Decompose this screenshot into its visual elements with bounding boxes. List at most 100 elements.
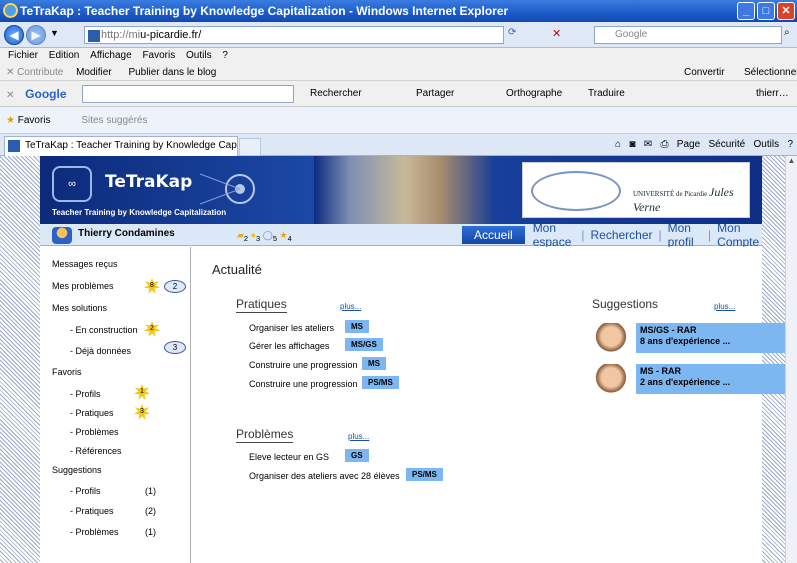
menu-bar: Fichier Edition Affichage Favoris Outils…	[0, 48, 797, 64]
suggestion-line2: 8 ans d'expérience ...	[640, 336, 731, 346]
sidebar-sug-problemes[interactable]: - Problèmes	[70, 527, 119, 537]
sidebar-mes-solutions[interactable]: Mes solutions	[52, 303, 107, 313]
outils-menu[interactable]: Outils	[754, 139, 780, 150]
pratique-item-tag: PS/MS	[362, 376, 399, 389]
tab-favicon-icon	[8, 140, 20, 152]
sidebar-suggestions[interactable]: Suggestions	[52, 465, 102, 475]
tab-title: TeTraKap : Teacher Training by Knowledge…	[25, 140, 237, 151]
suggestion-card[interactable]: MS/GS - RAR 8 ans d'expérience ...	[636, 323, 786, 353]
suggestion-card[interactable]: MS - RAR 2 ans d'expérience ...	[636, 364, 786, 394]
suggestions-plus-link[interactable]: plus...	[714, 302, 735, 311]
modifier-button[interactable]: Modifier	[76, 67, 112, 78]
partager-button[interactable]: Partager	[416, 81, 454, 107]
pratique-item-label[interactable]: Construire une progression	[249, 379, 358, 389]
menu-fichier[interactable]: Fichier	[8, 50, 38, 61]
contribute-button[interactable]: Contribute	[17, 67, 63, 78]
nav-mon-profil[interactable]: Mon profil	[668, 221, 702, 249]
new-tab-button[interactable]	[239, 138, 261, 156]
probleme-item-label[interactable]: Eleve lecteur en GS	[249, 452, 329, 462]
convertir-button[interactable]: Convertir	[684, 64, 725, 81]
problemes-heading: Problèmes	[236, 427, 294, 443]
publier-button[interactable]: Publier dans le blog	[128, 67, 216, 78]
university-emblem-icon	[531, 171, 621, 211]
page-menu[interactable]: Page	[677, 139, 700, 150]
nav-accueil[interactable]: Accueil	[462, 226, 525, 244]
pratiques-plus-link[interactable]: plus...	[340, 302, 361, 311]
traduire-button[interactable]: Traduire	[588, 81, 625, 107]
toolbar-close-icon[interactable]: ✕	[6, 67, 14, 78]
sidebar-fav-profils[interactable]: - Profils	[70, 389, 101, 399]
stat-2: 3	[256, 233, 261, 243]
problemes-plus-link[interactable]: plus...	[348, 432, 369, 441]
sidebar: Messages reçus Mes problèmes 8 2 Mes sol…	[40, 247, 191, 563]
sidebar-sug-profils[interactable]: - Profils	[70, 486, 101, 496]
stop-icon[interactable]: ✕	[552, 27, 561, 40]
favicon-icon	[88, 30, 100, 42]
university-label: UNIVERSITÉ de Picardie	[633, 190, 708, 198]
rechercher-button[interactable]: Rechercher	[310, 81, 362, 107]
construction-burst-badge: 2	[144, 321, 160, 337]
google-logo: Google	[25, 87, 67, 101]
google-account-button[interactable]: thierr…	[756, 81, 789, 107]
vertical-scrollbar[interactable]: ▲	[785, 156, 797, 563]
menu-edition[interactable]: Edition	[49, 50, 80, 61]
menu-outils[interactable]: Outils	[186, 50, 212, 61]
window-title: TeTraKap : Teacher Training by Knowledge…	[20, 4, 509, 18]
back-button[interactable]: ◀	[4, 25, 24, 45]
sidebar-messages[interactable]: Messages reçus	[52, 259, 118, 269]
sidebar-fav-pratiques[interactable]: - Pratiques	[70, 408, 114, 418]
fav-pratiques-burst-badge: 3	[134, 404, 150, 420]
sidebar-fav-references[interactable]: - Références	[70, 446, 122, 456]
menu-affichage[interactable]: Affichage	[90, 50, 132, 61]
google-toolbar-close-icon[interactable]: ✕	[6, 90, 14, 101]
minimize-button[interactable]: _	[737, 2, 755, 20]
menu-favoris[interactable]: Favoris	[142, 50, 175, 61]
stat-4: 4	[287, 233, 292, 243]
orthographe-button[interactable]: Orthographe	[506, 81, 562, 107]
suggested-sites-button[interactable]: Sites suggérés	[81, 115, 147, 126]
nav-rechercher[interactable]: Rechercher	[590, 228, 652, 242]
search-icon[interactable]: ⌕	[784, 27, 790, 38]
forward-button[interactable]: ▶	[26, 25, 46, 45]
sug-problemes-count: (1)	[145, 527, 156, 537]
pratique-item-tag: MS/GS	[345, 338, 383, 351]
home-icon[interactable]: ⌂	[615, 139, 621, 150]
sug-pratiques-count: (2)	[145, 506, 156, 516]
pratique-item-label[interactable]: Construire une progression	[249, 360, 358, 370]
suggestion-avatar	[594, 364, 628, 394]
feeds-icon[interactable]: ◙	[629, 139, 635, 150]
suggestions-heading: Suggestions	[592, 297, 659, 311]
nav-mon-espace[interactable]: Mon espace	[533, 221, 576, 249]
suggestion-line2: 2 ans d'expérience ...	[640, 377, 731, 387]
menu-help[interactable]: ?	[222, 50, 228, 61]
google-toolbar: ✕ Google Rechercher Partager Orthographe…	[0, 81, 797, 107]
help-icon[interactable]: ?	[787, 139, 793, 150]
sidebar-mes-problemes[interactable]: Mes problèmes	[52, 281, 114, 291]
tab-tetrakap[interactable]: TeTraKap : Teacher Training by Knowledge…	[4, 136, 238, 156]
address-input[interactable]: http://miu-picardie.fr/	[84, 26, 504, 44]
favorites-bar: ★ Favoris Sites suggérés	[0, 107, 797, 134]
sidebar-deja-donnees[interactable]: - Déjà données	[70, 346, 131, 356]
pratique-item-label[interactable]: Gérer les affichages	[249, 341, 329, 351]
selectionner-button[interactable]: Sélectionner	[744, 64, 797, 81]
close-button[interactable]: ✕	[777, 2, 795, 20]
sidebar-sug-pratiques[interactable]: - Pratiques	[70, 506, 114, 516]
pratique-item-label[interactable]: Organiser les ateliers	[249, 323, 334, 333]
scroll-up-icon[interactable]: ▲	[786, 156, 797, 168]
maximize-button[interactable]: □	[757, 2, 775, 20]
search-input[interactable]: Google	[594, 26, 782, 44]
sidebar-en-construction[interactable]: - En construction	[70, 325, 138, 335]
google-search-input[interactable]	[82, 85, 294, 103]
securite-menu[interactable]: Sécurité	[709, 139, 746, 150]
sidebar-fav-problemes[interactable]: - Problèmes	[70, 427, 119, 437]
mail-icon[interactable]: ✉	[644, 139, 652, 150]
favorites-button[interactable]: Favoris	[18, 115, 51, 126]
print-icon[interactable]: ⎙	[660, 139, 668, 150]
probleme-item-label[interactable]: Organiser des ateliers avec 28 élèves	[249, 471, 400, 481]
sidebar-favoris[interactable]: Favoris	[52, 367, 82, 377]
refresh-icon[interactable]: ⟳	[508, 27, 516, 38]
history-dropdown-icon[interactable]: ▼	[50, 28, 59, 38]
tetrakap-logo-icon: ∞	[52, 166, 92, 202]
pratique-item-tag: MS	[345, 320, 369, 333]
nav-mon-compte[interactable]: Mon Compte	[717, 221, 762, 249]
